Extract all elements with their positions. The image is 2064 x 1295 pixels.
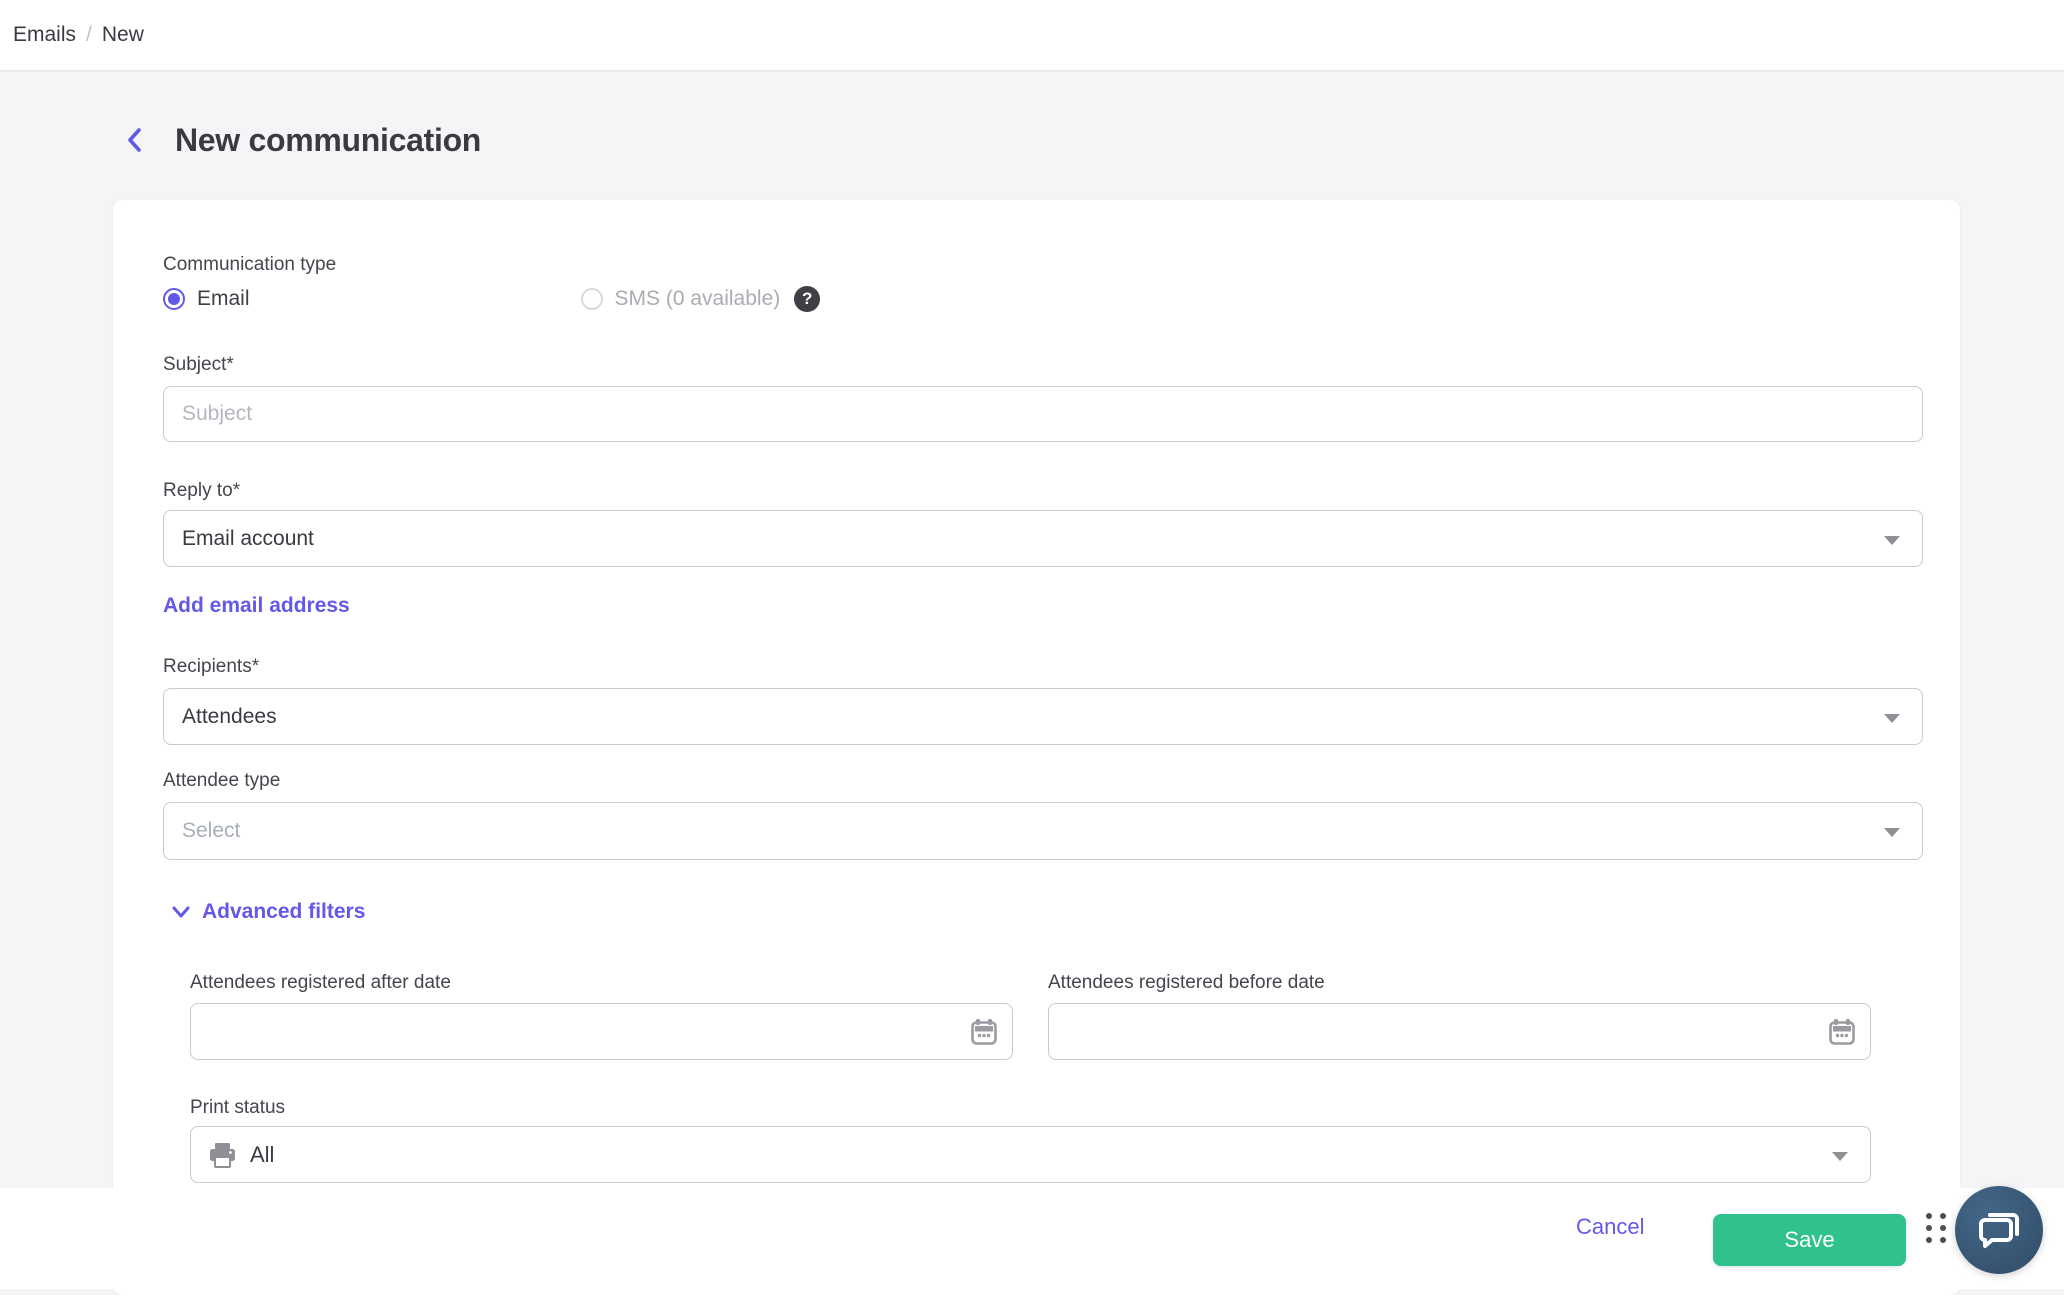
save-button[interactable]: Save [1713,1214,1906,1266]
chevron-left-icon [128,128,141,152]
chat-launcher-button[interactable] [1955,1186,2043,1274]
communication-form-card: Communication type Email SMS (0 availabl… [113,200,1960,1295]
communication-type-label: Communication type [163,254,337,275]
top-bar: Emails / New [0,0,2064,72]
radio-email-circle [163,288,185,310]
registered-after-input[interactable] [190,1003,1013,1060]
attendee-type-select[interactable]: Select [163,802,1923,860]
radio-email-label: Email [197,287,250,310]
communication-type-options: Email SMS (0 available) ? [163,286,1923,312]
chevron-down-icon [1884,713,1900,723]
radio-sms-circle [580,288,603,310]
sms-help-icon[interactable]: ? [794,286,821,312]
registered-after-field: Attendees registered after date [190,972,1013,1060]
breadcrumb-new: New [101,23,144,46]
print-status-label: Print status [190,1097,286,1118]
calendar-icon[interactable] [1829,1018,1855,1050]
chevron-down-icon [1884,828,1900,837]
breadcrumb-emails[interactable]: Emails [13,23,76,47]
back-button[interactable] [121,125,147,155]
registered-before-label: Attendees registered before date [1048,972,1325,993]
recipients-value: Attendees [182,704,277,728]
breadcrumb: Emails / New [13,23,144,47]
subject-label: Subject* [163,354,234,375]
advanced-filters-toggle[interactable]: Advanced filters [172,900,1923,924]
subject-input[interactable] [163,386,1923,442]
advanced-filters-section: Attendees registered after date Attendee… [190,972,1871,1183]
reply-to-label: Reply to* [163,480,241,501]
chat-bubbles-icon [1979,1213,2019,1248]
recipients-label: Recipients* [163,656,260,677]
print-status-select[interactable]: All [190,1126,1871,1183]
registered-before-field: Attendees registered before date [1048,972,1871,1060]
chevron-down-icon [1832,1151,1848,1161]
page-header: New communication [113,107,481,173]
radio-selected-dot [168,293,180,305]
chevron-down-icon [1884,535,1900,545]
print-status-value: All [250,1141,275,1167]
radio-email[interactable]: Email [163,287,250,311]
reply-to-value: Email account [182,526,314,550]
registered-before-input[interactable] [1048,1003,1871,1060]
reply-to-select[interactable]: Email account [163,510,1923,567]
footer-action-bar: Cancel Save [0,1188,2064,1289]
chevron-down-icon [172,906,190,918]
advanced-filters-label: Advanced filters [202,900,366,923]
cancel-button[interactable]: Cancel [1560,1201,1660,1253]
radio-sms-label: SMS (0 available) [614,287,781,310]
attendee-type-placeholder: Select [182,819,241,842]
widget-drag-handle-icon[interactable] [1926,1213,1946,1244]
registered-after-label: Attendees registered after date [190,972,451,993]
radio-sms: SMS (0 available) ? [580,286,821,312]
attendee-type-label: Attendee type [163,770,281,791]
add-email-address-link[interactable]: Add email address [163,594,350,618]
calendar-icon[interactable] [971,1018,997,1050]
printer-icon [210,1142,235,1168]
recipients-select[interactable]: Attendees [163,688,1923,745]
page-title: New communication [175,121,482,158]
breadcrumb-separator: / [86,23,92,46]
